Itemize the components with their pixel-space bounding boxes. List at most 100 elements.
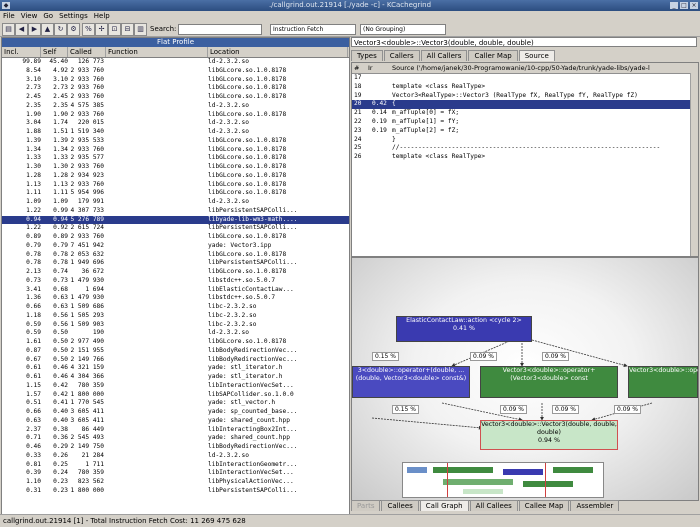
tab-caller-map[interactable]: Caller Map [468, 50, 518, 61]
table-row[interactable]: 1.150.42780 359InteractionVecSetIte...li… [2, 382, 349, 391]
table-row[interactable]: 2.130.7436 6720x001157C0 <cycle 2>libGLc… [2, 268, 349, 277]
table-row[interactable]: 2.352.354 575 3850x0001A000ld-2.3.2.so [2, 102, 349, 111]
table-row[interactable]: 1.220.922 615 724__gnu_cxx::__normal_...… [2, 224, 349, 233]
source-line[interactable]: 19 Vector3<RealType>::Vector3 (RealType f… [352, 92, 698, 101]
table-row[interactable]: 2.452.452 933 7600x0051D000 <cycle 2>lib… [2, 93, 349, 102]
col-self[interactable]: Self [41, 47, 68, 57]
table-row[interactable]: 3.103.102 933 7600x0008B000 <cycle 2>lib… [2, 76, 349, 85]
table-row[interactable]: 0.590.50190_dl_relocate_objectld-2.3.2.s… [2, 329, 349, 338]
col-location[interactable]: Location [208, 47, 348, 57]
source-line[interactable]: 18 template <class RealType> [352, 83, 698, 92]
table-row[interactable]: 1.881.511 519 3400x00072830 <cycle 2>ld-… [2, 128, 349, 137]
table-row[interactable]: 0.460.292 149 750BodyRedirectionVecto...… [2, 443, 349, 452]
menu-go[interactable]: Go [40, 11, 56, 22]
table-row[interactable]: 2.370.3886 449InteractingBox2Inter...lib… [2, 426, 349, 435]
src-col-source[interactable]: Source ('/home/janek/30-Programowanie/10… [392, 63, 696, 73]
table-row[interactable]: 0.310.231 800 000std::vector<SAPColli...… [2, 487, 349, 496]
table-row[interactable]: 0.510.411 770 545std::vector<double, ...… [2, 399, 349, 408]
table-row[interactable]: 8.544.922 933 7600x0041A000 <cycle 2>lib… [2, 67, 349, 76]
open-icon[interactable]: ▤ [2, 23, 15, 36]
table-row[interactable]: 0.730.731 479 930<cycle 1>libstdc++.so.5… [2, 277, 349, 286]
search-input[interactable] [178, 24, 262, 35]
table-row[interactable]: 1.901.902 933 7600x00564EB0 <cycle 2>lib… [2, 111, 349, 120]
tab-callee-map[interactable]: Callee Map [518, 500, 570, 511]
table-row[interactable]: 0.660.403 605 411boost::detail::sp_co...… [2, 408, 349, 417]
source-line[interactable]: 20 0.42 { [352, 100, 698, 110]
source-line[interactable]: 23 0.19 m_afTuple[2] = fZ; [352, 127, 698, 136]
table-row[interactable]: 0.940.945 276 789Vector3<double>::Vec...… [2, 215, 349, 225]
expand-icon[interactable]: ⊡ [108, 23, 121, 36]
table-row[interactable]: 1.301.302 933 7600x0042A380 <cycle 2>lib… [2, 163, 349, 172]
reload-icon[interactable]: ↻ [54, 23, 67, 36]
forward-icon[interactable]: ▶ [28, 23, 41, 36]
table-row[interactable]: 0.810.251 711InteractionGeometryM...libI… [2, 461, 349, 470]
table-row[interactable]: 99.8945.40126 773<cycle 2>ld-2.3.2.so [2, 58, 349, 67]
table-row[interactable]: 2.732.732 933 7600x0042A000 <cycle 2>lib… [2, 84, 349, 93]
tab-assembler[interactable]: Assembler [570, 500, 620, 511]
table-row[interactable]: 0.870.502 151 955std::vector<long, st...… [2, 347, 349, 356]
sidebar-icon[interactable]: ▥ [134, 23, 147, 36]
grouping-select[interactable]: (No Grouping) [360, 24, 446, 35]
source-line[interactable]: 22 0.19 m_afTuple[1] = fY; [352, 118, 698, 127]
graph-node-operator-plus-vector[interactable]: Vector3<double>::operator+(Vector3<doubl… [480, 366, 618, 398]
cycle-detection-icon[interactable]: ✢ [95, 23, 108, 36]
source-line[interactable]: 21 0.14 m_afTuple[0] = fX; [352, 109, 698, 118]
table-row[interactable]: 0.790.797 451 942Vector3<double>::ope...… [2, 242, 349, 251]
table-row[interactable]: 1.360.631 479 930__dynamic_castlibstdc++… [2, 294, 349, 303]
table-row[interactable]: 3.410.681 694ElasticContactLaw::a...libE… [2, 286, 349, 295]
minimize-icon[interactable]: _ [670, 2, 678, 9]
shorten-icon[interactable]: ⊟ [121, 23, 134, 36]
up-icon[interactable]: ▲ [41, 23, 54, 36]
table-row[interactable]: 1.111.115 954 9960x00133BC0libGLcore.so.… [2, 189, 349, 198]
table-row[interactable]: 0.710.362 545 493boost::detail::share...… [2, 434, 349, 443]
tab-all-callers[interactable]: All Callers [420, 50, 468, 61]
table-row[interactable]: 1.570.421 800 000std::vector<SAPColli...… [2, 391, 349, 400]
table-row[interactable]: 1.220.994 307 733std::vector<boost::s...… [2, 207, 349, 216]
src-col-ir[interactable]: Ir [368, 63, 373, 73]
graph-node-operator-minus[interactable]: Vector3<double>::operator- [628, 366, 698, 398]
tab-all-callees[interactable]: All Callees [469, 500, 518, 511]
graph-overview[interactable] [402, 462, 604, 498]
tab-source[interactable]: Source [518, 50, 555, 61]
table-row[interactable]: 0.590.561 509 9030x0072CE10libc-2.3.2.so [2, 321, 349, 330]
table-row[interactable]: 0.780.782 053 6320x00785240libGLcore.so.… [2, 251, 349, 260]
graph-node-operator-plus-double[interactable]: 3<double>::operator+(double, ...(double,… [352, 366, 470, 398]
table-row[interactable]: 1.341.342 933 7600x00502280 <cycle 2>lib… [2, 146, 349, 155]
source-line[interactable]: 17 [352, 74, 698, 83]
table-row[interactable]: 0.780.781 949 696__gnu_cxx::__normal_...… [2, 259, 349, 268]
menu-file[interactable]: File [0, 11, 18, 22]
table-row[interactable]: 0.610.464 321 159__gnu_cxx::__normal_...… [2, 364, 349, 373]
src-col-no[interactable]: # [354, 63, 359, 73]
table-row[interactable]: 0.390.24780 359InteractionVecSetIte...li… [2, 469, 349, 478]
table-row[interactable]: 1.100.23823 562std::vector<bool, st...li… [2, 478, 349, 487]
event-type-select[interactable]: Instruction Fetch [270, 24, 356, 35]
graph-node-elastic-contact-law[interactable]: ElasticContactLaw::action <cycle 2> 0.41… [396, 316, 532, 342]
col-incl[interactable]: Incl. [2, 47, 41, 57]
table-row[interactable]: 0.660.631 509 686malloc <cycle 2>libc-2.… [2, 303, 349, 312]
table-row[interactable]: 1.610.502 977 4900x00133940 <cycle 2>lib… [2, 338, 349, 347]
table-row[interactable]: 0.670.502 149 766std::vector<boost::s...… [2, 356, 349, 365]
source-line[interactable]: 24} [352, 136, 698, 145]
table-row[interactable]: 0.610.464 304 366__gnu_cxx::__normal_...… [2, 373, 349, 382]
back-icon[interactable]: ◀ [15, 23, 28, 36]
table-row[interactable]: 1.180.561 505 293free <cycle 2>libc-2.3.… [2, 312, 349, 321]
maximize-icon[interactable]: □ [680, 2, 688, 9]
menu-settings[interactable]: Settings [56, 11, 91, 22]
table-row[interactable]: 1.331.332 935 5770x00502850 <cycle 2>lib… [2, 154, 349, 163]
graph-node-vector3-ctor[interactable]: Vector3<double>::Vector3(double, double,… [480, 420, 618, 450]
tab-parts[interactable]: Parts [351, 500, 381, 511]
col-called[interactable]: Called [68, 47, 106, 57]
table-row[interactable]: 1.131.132 933 7600x005028C0 <cycle 2>lib… [2, 181, 349, 190]
table-row[interactable]: 1.091.09179 9910x00007590ld-2.3.2.so [2, 198, 349, 207]
tab-callers[interactable]: Callers [383, 50, 420, 61]
menu-help[interactable]: Help [91, 11, 113, 22]
tab-callees[interactable]: Callees [381, 500, 419, 511]
source-line[interactable]: 26 template <class RealType> [352, 153, 698, 162]
table-row[interactable]: 1.391.392 935 5330x004F4E80 <cycle 2>lib… [2, 137, 349, 146]
dump-icon[interactable]: ⚙ [67, 23, 80, 36]
table-row[interactable]: 0.890.892 933 7600x00495640libGLcore.so.… [2, 233, 349, 242]
tab-types[interactable]: Types [351, 50, 383, 61]
table-row[interactable]: 0.630.403 605 411boost::detail::share...… [2, 417, 349, 426]
tab-call-graph[interactable]: Call Graph [419, 500, 469, 511]
table-row[interactable]: 1.281.282 934 9230x0051D600 <cycle 2>lib… [2, 172, 349, 181]
